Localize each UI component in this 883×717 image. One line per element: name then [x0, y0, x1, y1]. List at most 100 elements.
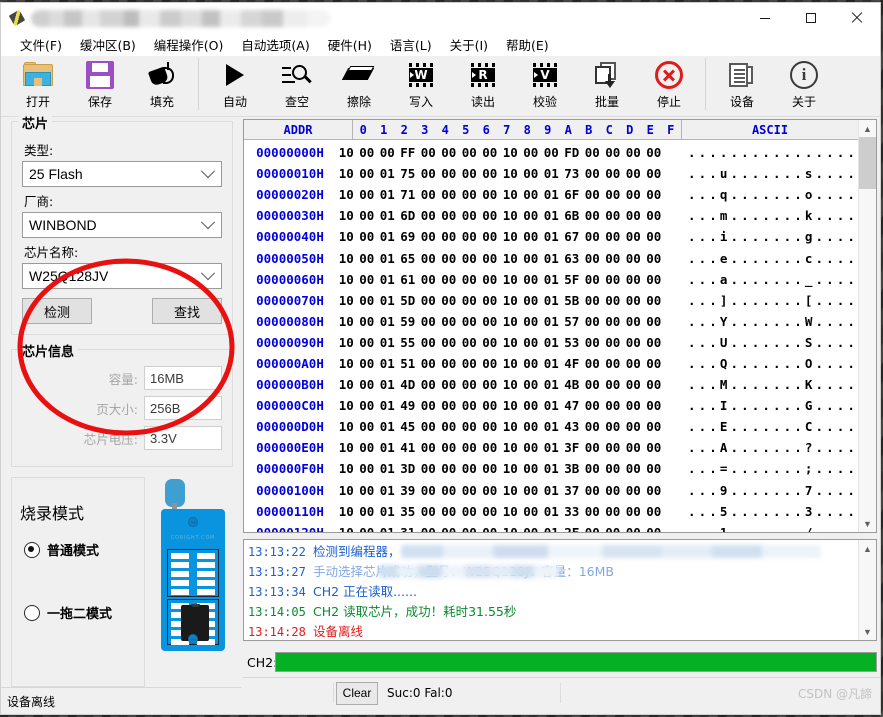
- hex-byte-cell[interactable]: 00: [438, 356, 459, 371]
- hex-byte-cell[interactable]: 00: [582, 293, 603, 308]
- hex-row[interactable]: 00000080H 10 00 01 59 00 00 00 00 10 00 01 57 00 00 00 0…: [244, 311, 858, 332]
- hex-byte-cell[interactable]: 00: [520, 335, 541, 350]
- hex-row[interactable]: 00000020H 10 00 01 71 00 00 00 00 10 00 01 6F 00 00 00 0…: [244, 184, 858, 205]
- hex-byte-cell[interactable]: 01: [541, 419, 562, 434]
- hex-byte-cell[interactable]: 41: [397, 440, 418, 455]
- hex-byte-cell[interactable]: 00: [479, 504, 500, 519]
- hex-byte-cell[interactable]: 01: [541, 356, 562, 371]
- hex-byte-cell[interactable]: 67: [561, 229, 582, 244]
- hex-byte-cell[interactable]: 10: [500, 377, 521, 392]
- hex-byte-cell[interactable]: 00: [438, 525, 459, 532]
- hex-byte-cell[interactable]: 00: [479, 525, 500, 532]
- hex-byte-cell[interactable]: 00: [520, 229, 541, 244]
- hex-byte-cell[interactable]: 4B: [561, 377, 582, 392]
- hex-byte-cell[interactable]: 00: [582, 251, 603, 266]
- hex-byte-cell[interactable]: 00: [582, 483, 603, 498]
- hex-byte-cell[interactable]: 00: [438, 272, 459, 287]
- hex-byte-cell[interactable]: 00: [459, 208, 480, 223]
- hex-byte-cell[interactable]: 00: [418, 525, 439, 532]
- hex-byte-cell[interactable]: 00: [520, 314, 541, 329]
- hex-byte-cell[interactable]: 10: [336, 483, 357, 498]
- hex-byte-cell[interactable]: 01: [541, 314, 562, 329]
- hex-byte-cell[interactable]: 00: [418, 419, 439, 434]
- hex-byte-cell[interactable]: 00: [479, 335, 500, 350]
- hex-byte-cell[interactable]: 10: [500, 293, 521, 308]
- hex-byte-cell[interactable]: 00: [356, 356, 377, 371]
- hex-byte-cell[interactable]: 00: [643, 356, 664, 371]
- hex-byte-cell[interactable]: 00: [602, 419, 623, 434]
- hex-byte-cell[interactable]: 00: [479, 314, 500, 329]
- hex-row[interactable]: 00000060H 10 00 01 61 00 00 00 00 10 00 01 5F 00 00 00 0…: [244, 269, 858, 290]
- chip-vendor-select[interactable]: WINBOND: [22, 212, 222, 238]
- hex-byte-cell[interactable]: 00: [602, 461, 623, 476]
- hex-byte-cell[interactable]: 10: [500, 145, 521, 160]
- hex-byte-cell[interactable]: 01: [377, 166, 398, 181]
- hex-byte-cell[interactable]: 01: [541, 440, 562, 455]
- toolbar-fill-button[interactable]: 填充: [131, 56, 193, 112]
- hex-byte-cell[interactable]: 00: [438, 440, 459, 455]
- hex-byte-cell[interactable]: 00: [643, 187, 664, 202]
- hex-byte-cell[interactable]: 10: [500, 440, 521, 455]
- hex-byte-cell[interactable]: 00: [602, 272, 623, 287]
- hex-byte-cell[interactable]: 00: [459, 398, 480, 413]
- hex-byte-cell[interactable]: 00: [438, 229, 459, 244]
- hex-byte-cell[interactable]: 00: [643, 272, 664, 287]
- hex-byte-cell[interactable]: 10: [336, 229, 357, 244]
- hex-byte-cell[interactable]: 00: [602, 229, 623, 244]
- hex-byte-cell[interactable]: 01: [377, 272, 398, 287]
- hex-byte-cell[interactable]: 00: [602, 166, 623, 181]
- hex-byte-cell[interactable]: 00: [602, 335, 623, 350]
- hex-byte-cell[interactable]: 00: [418, 229, 439, 244]
- hex-byte-cell[interactable]: 00: [643, 145, 664, 160]
- hex-byte-cell[interactable]: 00: [582, 335, 603, 350]
- scroll-up-icon[interactable]: ▲: [859, 540, 876, 557]
- hex-byte-cell[interactable]: 00: [623, 525, 644, 532]
- hex-byte-cell[interactable]: 00: [479, 483, 500, 498]
- hex-byte-cell[interactable]: 00: [520, 187, 541, 202]
- hex-byte-cell[interactable]: 00: [643, 293, 664, 308]
- hex-byte-cell[interactable]: 00: [356, 293, 377, 308]
- hex-byte-cell[interactable]: 00: [459, 356, 480, 371]
- hex-byte-cell[interactable]: 00: [602, 440, 623, 455]
- hex-byte-cell[interactable]: 00: [438, 166, 459, 181]
- hex-byte-cell[interactable]: 4F: [561, 356, 582, 371]
- hex-byte-cell[interactable]: 00: [356, 398, 377, 413]
- hex-byte-cell[interactable]: 00: [418, 251, 439, 266]
- hex-row[interactable]: 000000D0H 10 00 01 45 00 00 00 00 10 00 01 43 00 00 00 0…: [244, 416, 858, 437]
- hex-byte-cell[interactable]: 00: [459, 483, 480, 498]
- hex-byte-cell[interactable]: 00: [520, 461, 541, 476]
- chip-name-select[interactable]: W25Q128JV: [22, 263, 222, 289]
- hex-byte-cell[interactable]: 00: [602, 314, 623, 329]
- toolbar-stop-button[interactable]: 停止: [638, 56, 700, 112]
- hex-byte-cell[interactable]: 00: [418, 272, 439, 287]
- hex-byte-cell[interactable]: 00: [623, 504, 644, 519]
- hex-byte-cell[interactable]: 00: [418, 166, 439, 181]
- hex-row[interactable]: 00000110H 10 00 01 35 00 00 00 00 10 00 01 33 00 00 00 0…: [244, 501, 858, 522]
- hex-byte-cell[interactable]: 00: [356, 483, 377, 498]
- hex-byte-cell[interactable]: 00: [602, 208, 623, 223]
- hex-byte-cell[interactable]: 3F: [561, 440, 582, 455]
- hex-byte-cell[interactable]: 57: [561, 314, 582, 329]
- hex-byte-cell[interactable]: 10: [336, 504, 357, 519]
- scroll-down-icon[interactable]: ▼: [859, 515, 876, 532]
- hex-byte-cell[interactable]: 00: [356, 251, 377, 266]
- hex-byte-cell[interactable]: 00: [418, 461, 439, 476]
- hex-byte-cell[interactable]: 37: [561, 483, 582, 498]
- hex-byte-cell[interactable]: FF: [397, 145, 418, 160]
- hex-byte-cell[interactable]: 01: [541, 187, 562, 202]
- hex-byte-cell[interactable]: 00: [643, 335, 664, 350]
- hex-byte-cell[interactable]: 00: [356, 461, 377, 476]
- hex-byte-cell[interactable]: 10: [500, 251, 521, 266]
- hex-byte-cell[interactable]: 00: [623, 440, 644, 455]
- hex-byte-cell[interactable]: 00: [356, 419, 377, 434]
- toolbar-verify-button[interactable]: V 校验: [514, 56, 576, 112]
- hex-byte-cell[interactable]: 00: [479, 145, 500, 160]
- hex-byte-cell[interactable]: 01: [541, 504, 562, 519]
- hex-row[interactable]: 00000090H 10 00 01 55 00 00 00 00 10 00 01 53 00 00 00 0…: [244, 332, 858, 353]
- hex-byte-cell[interactable]: 10: [336, 166, 357, 181]
- hex-byte-cell[interactable]: 00: [418, 504, 439, 519]
- hex-byte-cell[interactable]: 00: [418, 377, 439, 392]
- hex-byte-cell[interactable]: 00: [541, 145, 562, 160]
- hex-byte-cell[interactable]: 00: [643, 419, 664, 434]
- hex-byte-cell[interactable]: 10: [336, 356, 357, 371]
